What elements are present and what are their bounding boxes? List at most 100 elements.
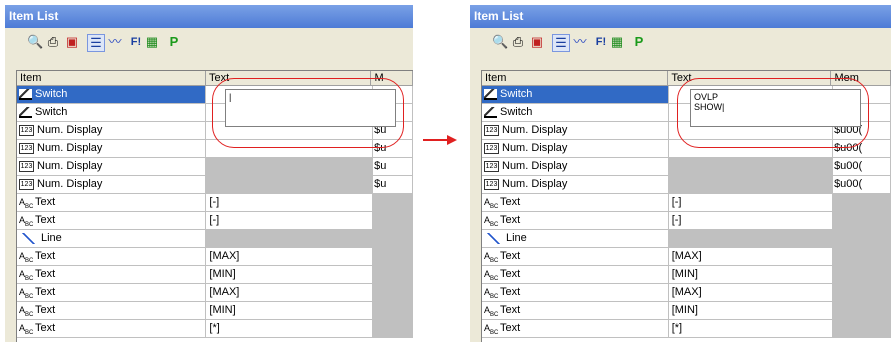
- memory-cell[interactable]: [833, 248, 891, 265]
- print-icon[interactable]: ⎙: [511, 34, 525, 50]
- table-row[interactable]: ABC Text [-]: [482, 194, 891, 212]
- memory-cell[interactable]: $u00(: [833, 158, 891, 175]
- memory-cell[interactable]: [833, 212, 891, 229]
- list-view-icon[interactable]: ☰: [552, 34, 570, 52]
- memory-cell[interactable]: [373, 320, 413, 337]
- item-cell[interactable]: 123 Num. Display: [482, 140, 669, 157]
- memory-cell[interactable]: [833, 230, 891, 247]
- text-cell[interactable]: [MAX]: [669, 248, 834, 265]
- item-cell[interactable]: ABC Text: [17, 194, 207, 211]
- text-cell[interactable]: [668, 176, 834, 193]
- text-cell[interactable]: [MAX]: [669, 284, 834, 301]
- table-row[interactable]: ABC Text [MAX]: [482, 248, 891, 266]
- table-row[interactable]: 123 Num. Display $u: [17, 176, 413, 194]
- text-cell[interactable]: [206, 158, 374, 175]
- p-icon[interactable]: P: [632, 34, 646, 50]
- text-cell[interactable]: [668, 230, 834, 247]
- item-cell[interactable]: 123 Num. Display: [482, 176, 669, 193]
- grid-icon[interactable]: ▦: [610, 34, 624, 50]
- table-row[interactable]: ABC Text [MIN]: [17, 266, 413, 284]
- table-row[interactable]: ABC Text [-]: [17, 212, 413, 230]
- f1-icon[interactable]: F!: [129, 34, 143, 50]
- text-cell[interactable]: [668, 158, 834, 175]
- print-icon[interactable]: ⎙: [46, 34, 60, 50]
- item-cell[interactable]: Line: [482, 230, 669, 247]
- table-row[interactable]: Line: [17, 230, 413, 248]
- f1-icon[interactable]: F!: [594, 34, 608, 50]
- item-cell[interactable]: ABC Text: [17, 320, 207, 337]
- memory-cell[interactable]: $u: [373, 176, 413, 193]
- export-icon[interactable]: ▣: [530, 34, 544, 50]
- item-cell[interactable]: ABC Text: [482, 284, 669, 301]
- table-row[interactable]: ABC Text [MIN]: [482, 302, 891, 320]
- item-cell[interactable]: Switch: [17, 104, 207, 121]
- column-header-item[interactable]: Item: [17, 71, 206, 85]
- item-cell[interactable]: ABC Text: [17, 284, 207, 301]
- memory-cell[interactable]: [833, 266, 891, 283]
- export-icon[interactable]: ▣: [65, 34, 79, 50]
- text-cell[interactable]: [MIN]: [206, 302, 374, 319]
- table-row[interactable]: ABC Text [MAX]: [17, 284, 413, 302]
- memory-cell[interactable]: [373, 212, 413, 229]
- p-icon[interactable]: P: [167, 34, 181, 50]
- item-cell[interactable]: 123 Num. Display: [17, 176, 207, 193]
- memory-cell[interactable]: [833, 194, 891, 211]
- item-cell[interactable]: ABC Text: [482, 248, 669, 265]
- memory-cell[interactable]: [833, 284, 891, 301]
- item-cell[interactable]: 123 Num. Display: [482, 122, 669, 139]
- table-row[interactable]: ABC Text [-]: [17, 194, 413, 212]
- table-row[interactable]: ABC Text [MAX]: [482, 284, 891, 302]
- text-cell[interactable]: [-]: [206, 212, 374, 229]
- column-header-item[interactable]: Item: [482, 71, 669, 85]
- item-cell[interactable]: Switch: [482, 86, 669, 103]
- item-cell[interactable]: ABC Text: [17, 266, 207, 283]
- item-cell[interactable]: 123 Num. Display: [482, 158, 669, 175]
- item-cell[interactable]: ABC Text: [17, 302, 207, 319]
- item-cell[interactable]: 123 Num. Display: [17, 158, 207, 175]
- memory-cell[interactable]: [373, 284, 413, 301]
- memory-cell[interactable]: [373, 230, 413, 247]
- table-row[interactable]: Line: [482, 230, 891, 248]
- item-cell[interactable]: Switch: [17, 86, 207, 103]
- item-cell[interactable]: Line: [17, 230, 207, 247]
- table-row[interactable]: ABC Text [-]: [482, 212, 891, 230]
- table-row[interactable]: ABC Text [*]: [17, 320, 413, 338]
- list-view-icon[interactable]: ☰: [87, 34, 105, 52]
- table-row[interactable]: 123 Num. Display $u00(: [482, 176, 891, 194]
- table-row[interactable]: 123 Num. Display $u: [17, 158, 413, 176]
- table-row[interactable]: 123 Num. Display $u00(: [482, 158, 891, 176]
- memory-cell[interactable]: [833, 302, 891, 319]
- memory-cell[interactable]: [373, 302, 413, 319]
- text-cell[interactable]: [-]: [206, 194, 374, 211]
- text-cell[interactable]: [*]: [669, 320, 834, 337]
- table-row[interactable]: ABC Text [MIN]: [482, 266, 891, 284]
- item-cell[interactable]: 123 Num. Display: [17, 122, 207, 139]
- item-cell[interactable]: ABC Text: [482, 194, 669, 211]
- text-cell[interactable]: [MIN]: [206, 266, 374, 283]
- text-cell[interactable]: [-]: [669, 194, 834, 211]
- memory-cell[interactable]: [833, 320, 891, 337]
- text-cell[interactable]: [MIN]: [669, 302, 834, 319]
- text-cell[interactable]: [206, 176, 374, 193]
- memory-cell[interactable]: $u: [373, 158, 413, 175]
- item-cell[interactable]: Switch: [482, 104, 669, 121]
- memory-cell[interactable]: [373, 266, 413, 283]
- item-cell[interactable]: ABC Text: [482, 266, 669, 283]
- text-cell[interactable]: [MAX]: [206, 248, 374, 265]
- table-row[interactable]: ABC Text [*]: [482, 320, 891, 338]
- print-preview-icon[interactable]: 🔍: [27, 34, 43, 50]
- item-cell[interactable]: ABC Text: [482, 302, 669, 319]
- item-cell[interactable]: ABC Text: [17, 248, 207, 265]
- item-cell[interactable]: 123 Num. Display: [17, 140, 207, 157]
- item-cell[interactable]: ABC Text: [17, 212, 207, 229]
- print-preview-icon[interactable]: 🔍: [492, 34, 508, 50]
- wave-icon[interactable]: 〰: [572, 34, 588, 50]
- item-cell[interactable]: ABC Text: [482, 212, 669, 229]
- table-row[interactable]: ABC Text [MAX]: [17, 248, 413, 266]
- text-cell[interactable]: [*]: [206, 320, 374, 337]
- text-cell[interactable]: [206, 230, 374, 247]
- memory-cell[interactable]: [373, 248, 413, 265]
- memory-cell[interactable]: [373, 194, 413, 211]
- table-row[interactable]: ABC Text [MIN]: [17, 302, 413, 320]
- text-cell[interactable]: [-]: [669, 212, 834, 229]
